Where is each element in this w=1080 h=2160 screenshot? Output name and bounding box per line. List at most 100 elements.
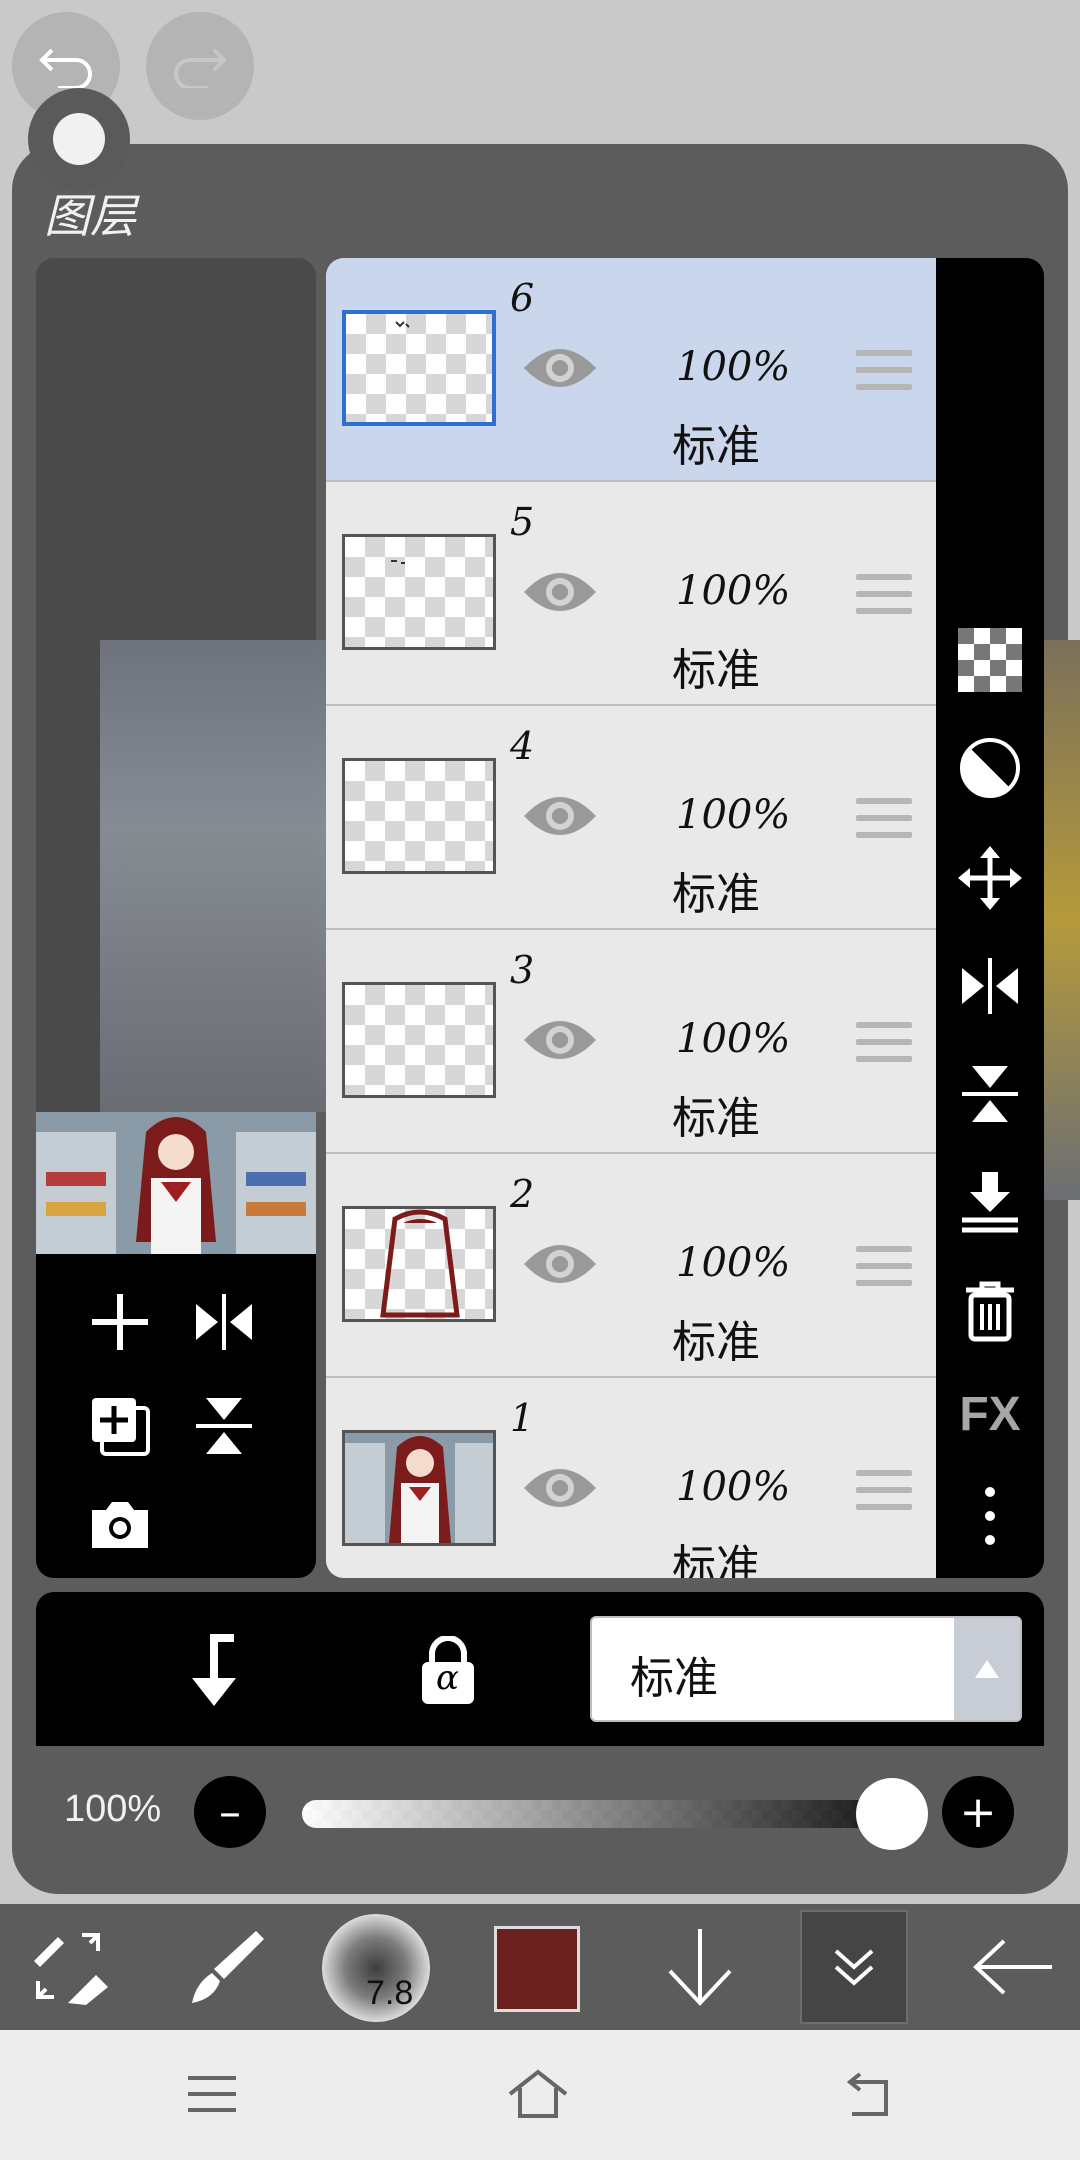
home-icon: [508, 2069, 568, 2118]
transparency-button[interactable]: [956, 626, 1024, 694]
layer-number: 5: [510, 500, 535, 544]
collapse-panel-button[interactable]: [800, 1910, 908, 2024]
flip-vertical-layer-button[interactable]: [956, 1060, 1024, 1128]
layer-blend-mode: 标准: [672, 1093, 760, 1144]
flip-vertical-icon: [962, 1066, 1018, 1122]
plus-icon: [92, 1294, 148, 1350]
duplicate-icon: [92, 1398, 150, 1456]
visibility-toggle[interactable]: [520, 1010, 600, 1070]
redo-button[interactable]: [146, 12, 254, 120]
layer-down-button[interactable]: [650, 1916, 750, 2018]
layer-blend-mode: 标准: [672, 1541, 760, 1578]
eye-icon: [524, 1245, 596, 1283]
layer-number: 6: [510, 276, 535, 320]
layer-row[interactable]: 2 100% 标准: [326, 1154, 936, 1378]
back-nav-button[interactable]: [838, 2064, 898, 2124]
flip-vertical-button[interactable]: [184, 1386, 264, 1466]
flip-vertical-icon: [196, 1398, 252, 1454]
move-icon: [958, 846, 1022, 910]
drag-handle-icon[interactable]: [856, 1246, 912, 1292]
arrow-left-icon: [973, 1939, 1052, 1995]
flip-horizontal-button[interactable]: [184, 1282, 264, 1362]
menu-nav-button[interactable]: [182, 2064, 242, 2124]
duplicate-layer-button[interactable]: [80, 1386, 160, 1466]
layer-blend-mode: 标准: [672, 645, 760, 696]
layer-thumbnail: [342, 310, 496, 426]
layer-thumbnail: [342, 1430, 496, 1546]
blend-mode-bar: α 标准: [36, 1592, 1044, 1746]
merge-down-icon: [962, 1172, 1018, 1233]
opacity-increase-button[interactable]: +: [942, 1776, 1014, 1848]
flip-horizontal-icon: [196, 1294, 252, 1350]
more-vertical-icon: [985, 1487, 995, 1545]
layer-blend-mode: 标准: [672, 1317, 760, 1368]
layer-blend-mode: 标准: [672, 869, 760, 920]
layer-row[interactable]: 6 100% 标准: [326, 258, 936, 482]
layer-opacity: 100%: [676, 1464, 791, 1510]
move-button[interactable]: [956, 844, 1024, 912]
quick-tool-switch-button[interactable]: [20, 1916, 120, 2018]
drag-handle-icon[interactable]: [856, 1470, 912, 1516]
layer-opacity: 100%: [676, 792, 791, 838]
blend-mode-dropdown-arrow[interactable]: [954, 1618, 1020, 1720]
drag-handle-icon[interactable]: [856, 574, 912, 620]
plus-icon: +: [959, 1786, 997, 1838]
layer-number: 3: [510, 948, 535, 992]
layer-thumbnail: [342, 758, 496, 874]
undo-icon: [39, 48, 92, 88]
panel-title: 图层: [44, 189, 136, 243]
brush-size-button[interactable]: 7.8: [322, 1914, 430, 2022]
alpha-lock-button[interactable]: α: [418, 1635, 478, 1706]
drag-handle-icon[interactable]: [856, 798, 912, 844]
layer-thumbnail: [342, 1206, 496, 1322]
chevron-double-down-icon: [834, 1949, 874, 1986]
visibility-toggle[interactable]: [520, 786, 600, 846]
camera-button[interactable]: [80, 1484, 160, 1564]
half-circle-icon: [960, 738, 1020, 798]
merge-down-button[interactable]: [956, 1168, 1024, 1236]
visibility-toggle[interactable]: [520, 338, 600, 398]
home-nav-button[interactable]: [506, 2064, 568, 2124]
panel-drag-handle[interactable]: [28, 88, 130, 190]
opacity-decrease-button[interactable]: –: [194, 1776, 266, 1848]
layer-opacity: 100%: [676, 344, 791, 390]
brush-icon: [192, 1931, 264, 2003]
visibility-toggle[interactable]: [520, 1234, 600, 1294]
eye-icon: [524, 1469, 596, 1507]
brush-tool-button[interactable]: [176, 1916, 276, 2018]
fx-button[interactable]: FX: [956, 1380, 1024, 1448]
layer-row[interactable]: 4 100% 标准: [326, 706, 936, 930]
drag-handle-icon[interactable]: [856, 1022, 912, 1068]
layer-row[interactable]: 3 100% 标准: [326, 930, 936, 1154]
canvas-background-peek-right: [1044, 640, 1080, 1200]
visibility-toggle[interactable]: [520, 562, 600, 622]
back-button[interactable]: [962, 1916, 1062, 2018]
layer-number: 2: [510, 1172, 535, 1216]
color-swatch[interactable]: [494, 1926, 580, 2012]
opacity-slider-knob[interactable]: [856, 1778, 928, 1850]
clipping-button[interactable]: [176, 1632, 246, 1712]
brush-size-value: 7.8: [366, 1974, 414, 2012]
blend-mode-select[interactable]: 标准: [590, 1616, 1022, 1722]
layer-opacity: 100%: [676, 568, 791, 614]
canvas-thumbnail[interactable]: [36, 1112, 316, 1254]
layer-opacity: 100%: [676, 1240, 791, 1286]
mask-button[interactable]: [956, 734, 1024, 802]
canvas-tools: [36, 1254, 316, 1578]
layer-blend-mode: 标准: [672, 421, 760, 472]
drag-handle-icon[interactable]: [856, 350, 912, 396]
checkerboard-icon: [958, 628, 1022, 692]
add-layer-button[interactable]: [80, 1282, 160, 1362]
delete-layer-button[interactable]: [956, 1276, 1024, 1344]
layer-row[interactable]: 1 100% 标准: [326, 1378, 936, 1578]
layer-row[interactable]: 5 100% 标准: [326, 482, 936, 706]
more-options-button[interactable]: [956, 1482, 1024, 1550]
eye-icon: [524, 797, 596, 835]
system-navigation-bar: [0, 2030, 1080, 2160]
opacity-value: 100%: [64, 1788, 162, 1830]
arrow-down-icon: [668, 1929, 732, 2006]
flip-horizontal-layer-button[interactable]: [956, 952, 1024, 1020]
layer-thumbnail: [342, 982, 496, 1098]
visibility-toggle[interactable]: [520, 1458, 600, 1518]
opacity-slider-track[interactable]: [302, 1800, 892, 1828]
